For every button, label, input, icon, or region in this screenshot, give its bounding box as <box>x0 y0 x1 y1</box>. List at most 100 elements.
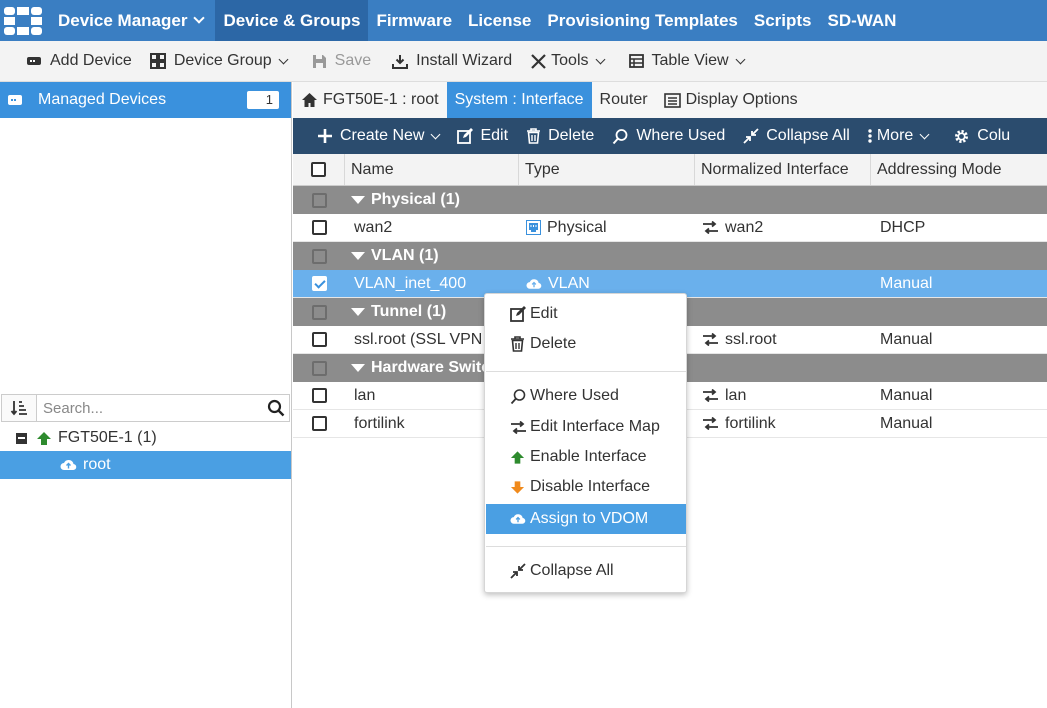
create-new-button[interactable]: Create New <box>293 118 448 154</box>
menu-divider <box>486 371 686 372</box>
add-device-button[interactable]: Add Device <box>0 41 141 82</box>
where-used-button[interactable]: Where Used <box>603 118 734 154</box>
managed-devices-count-badge: 1 <box>247 91 279 109</box>
cell-type-label: Physical <box>547 218 607 236</box>
cloud-icon <box>526 278 542 290</box>
search-icon <box>510 388 530 405</box>
tab-provisioning-templates[interactable]: Provisioning Templates <box>539 0 746 41</box>
plus-icon <box>317 128 333 144</box>
save-label: Save <box>334 52 372 69</box>
group-physical-label: Physical (1) <box>371 191 460 208</box>
collapse-arrows-icon <box>743 128 759 144</box>
search-input[interactable] <box>43 399 263 417</box>
interface-map-icon <box>702 333 719 346</box>
group-checkbox[interactable] <box>311 192 327 208</box>
chevron-down-icon <box>193 12 206 24</box>
delete-button[interactable]: Delete <box>517 118 603 154</box>
table-view-icon <box>628 54 644 68</box>
row-checkbox[interactable] <box>311 276 327 291</box>
tab-sd-wan[interactable]: SD-WAN <box>820 0 905 41</box>
select-all-checkbox[interactable] <box>311 162 326 177</box>
table-view-label: Table View <box>651 52 729 69</box>
context-menu-edit[interactable]: Edit <box>486 299 686 329</box>
cell-addressing-mode: DHCP <box>880 218 926 236</box>
save-button[interactable]: Save <box>296 41 380 82</box>
collapse-all-button[interactable]: Collapse All <box>734 118 859 154</box>
tab-device-groups[interactable]: Device & Groups <box>215 0 369 41</box>
context-menu-assign-to-vdom[interactable]: Assign to VDOM <box>486 504 686 534</box>
expand-triangle-icon[interactable] <box>351 252 365 260</box>
device-manager-label: Device Manager <box>58 10 188 30</box>
context-menu-edit-interface-map[interactable]: Edit Interface Map <box>486 412 686 442</box>
more-dropdown[interactable]: More <box>859 118 937 154</box>
context-menu: Edit Delete Where Used Edit Interface Ma… <box>484 293 687 593</box>
row-checkbox[interactable] <box>311 220 327 235</box>
context-menu-where-used-label: Where Used <box>530 387 619 404</box>
group-checkbox[interactable] <box>311 360 327 376</box>
context-menu-enable-interface[interactable]: Enable Interface <box>486 442 686 472</box>
expand-triangle-icon[interactable] <box>351 308 365 316</box>
row-checkbox-cell <box>293 326 345 354</box>
chevron-down-icon <box>735 54 746 64</box>
tab-scripts[interactable]: Scripts <box>746 0 820 41</box>
context-menu-delete[interactable]: Delete <box>486 329 686 359</box>
expand-triangle-icon[interactable] <box>351 364 365 372</box>
managed-devices-label: Managed Devices <box>38 91 167 108</box>
interface-map-icon <box>702 221 719 234</box>
group-row-physical[interactable]: Physical (1) <box>293 186 1047 214</box>
add-device-label: Add Device <box>50 52 132 69</box>
context-menu-disable-interface-label: Disable Interface <box>530 478 651 495</box>
group-checkbox-cell <box>293 354 345 382</box>
managed-devices-header[interactable]: Managed Devices 1 <box>0 82 291 118</box>
device-group-dropdown[interactable]: Device Group <box>141 41 296 82</box>
table-row[interactable]: wan2 Physical wan2 DHCP <box>293 214 1047 242</box>
display-options-button[interactable]: Display Options <box>656 82 806 118</box>
table-view-dropdown[interactable]: Table View <box>613 41 753 82</box>
collapse-icon[interactable] <box>16 432 27 444</box>
device-context-tab[interactable]: FGT50E-1 : root <box>293 82 447 118</box>
device-manager-menu[interactable]: Device Manager <box>46 0 215 41</box>
group-row-vlan[interactable]: VLAN (1) <box>293 242 1047 270</box>
row-checkbox[interactable] <box>311 388 327 403</box>
group-checkbox[interactable] <box>311 248 327 264</box>
expand-triangle-icon[interactable] <box>351 196 365 204</box>
group-vlan-label: VLAN (1) <box>371 247 439 264</box>
context-menu-disable-interface[interactable]: Disable Interface <box>486 472 686 502</box>
column-settings-button[interactable]: Colu <box>937 118 1019 154</box>
column-header-addressing-mode[interactable]: Addressing Mode <box>871 154 1047 185</box>
tools-dropdown[interactable]: Tools <box>521 41 612 82</box>
tab-firmware[interactable]: Firmware <box>368 0 460 41</box>
tree-search-row <box>0 394 291 424</box>
install-wizard-button[interactable]: Install Wizard <box>380 41 521 82</box>
fortinet-logo-icon[interactable] <box>0 0 46 41</box>
context-menu-where-used[interactable]: Where Used <box>486 381 686 411</box>
column-header-name[interactable]: Name <box>345 154 519 185</box>
row-checkbox[interactable] <box>311 416 327 431</box>
cell-normalized: ssl.root <box>695 326 871 354</box>
cell-normalized: fortilink <box>695 410 871 438</box>
tab-license[interactable]: License <box>460 0 539 41</box>
row-checkbox-cell <box>293 214 345 242</box>
select-all-cell <box>293 154 345 185</box>
sort-button[interactable] <box>1 394 37 422</box>
group-checkbox-cell <box>293 186 345 214</box>
search-icon[interactable] <box>263 399 289 417</box>
column-header-type[interactable]: Type <box>519 154 695 185</box>
tab-system-interface[interactable]: System : Interface <box>446 82 592 118</box>
more-vertical-icon <box>868 128 872 144</box>
chevron-down-icon <box>431 129 441 139</box>
edit-button[interactable]: Edit <box>448 118 517 154</box>
group-checkbox[interactable] <box>311 304 327 320</box>
display-options-label: Display Options <box>685 91 798 108</box>
context-menu-delete-label: Delete <box>530 335 577 352</box>
row-checkbox[interactable] <box>311 332 327 347</box>
tree-item-device[interactable]: FGT50E-1 (1) <box>0 424 291 452</box>
delete-label: Delete <box>548 127 595 144</box>
context-menu-collapse-all-label: Collapse All <box>530 562 614 579</box>
tab-router[interactable]: Router <box>592 82 656 118</box>
context-menu-collapse-all[interactable]: Collapse All <box>486 556 686 586</box>
column-header-normalized-interface[interactable]: Normalized Interface <box>695 154 871 185</box>
tree-item-vdom-root[interactable]: root <box>0 451 291 479</box>
tools-label: Tools <box>551 52 589 69</box>
device-up-arrow-icon <box>36 431 52 446</box>
